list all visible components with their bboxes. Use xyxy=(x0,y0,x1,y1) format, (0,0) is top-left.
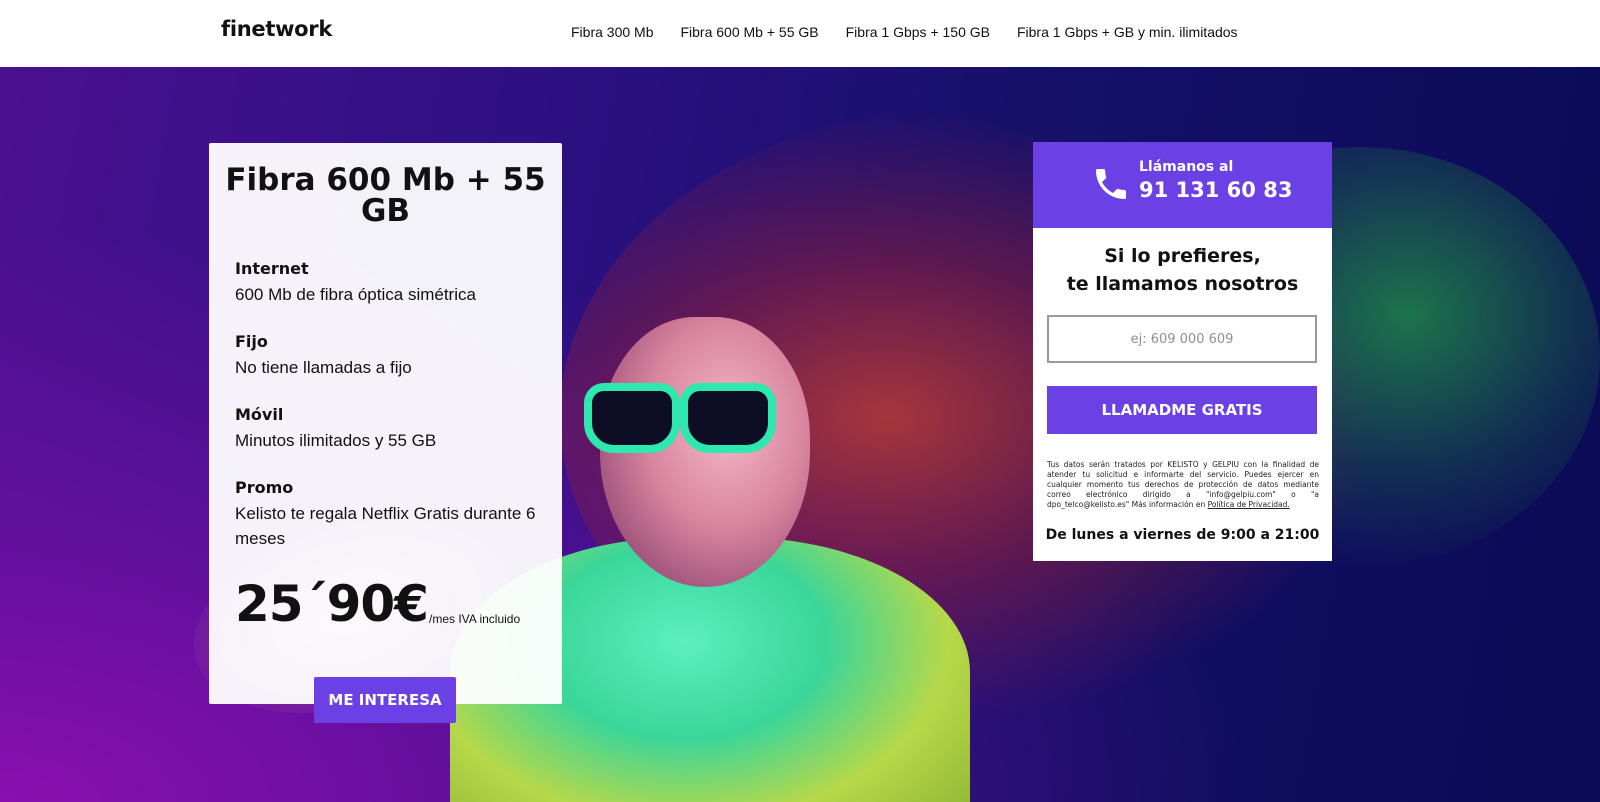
call-us-banner[interactable]: Llámanos al 91 131 60 83 xyxy=(1033,142,1332,228)
feature-description: 600 Mb de fibra óptica simétrica xyxy=(235,285,476,304)
feature-description: Minutos ilimitados y 55 GB xyxy=(235,431,437,450)
call-us-phone-number[interactable]: 91 131 60 83 xyxy=(1139,178,1292,202)
llamadme-gratis-button[interactable]: LLAMADME GRATIS xyxy=(1047,386,1317,434)
nav-link-fibra-1gbps-ilimitados[interactable]: Fibra 1 Gbps + GB y min. ilimitados xyxy=(1017,24,1238,40)
feature-fijo: Fijo No tiene llamadas a fijo xyxy=(235,332,545,380)
nav-link-fibra-300[interactable]: Fibra 300 Mb xyxy=(571,24,653,40)
privacy-policy-link[interactable]: Política de Privacidad. xyxy=(1208,500,1290,509)
feature-title: Promo xyxy=(235,478,294,497)
feature-title: Móvil xyxy=(235,405,284,424)
privacy-legal-text: Tus datos serán tratados por KELISTO y G… xyxy=(1047,460,1319,510)
top-navigation-bar: finetwork Fibra 300 Mb Fibra 600 Mb + 55… xyxy=(0,0,1600,67)
feature-description: No tiene llamadas a fijo xyxy=(235,358,412,377)
offer-card: Fibra 600 Mb + 55 GB Internet 600 Mb de … xyxy=(209,143,562,704)
feature-title: Internet xyxy=(235,259,309,278)
callback-heading: Si lo prefieres, te llamamos nosotros xyxy=(1033,242,1332,298)
offer-price: 25´90€ xyxy=(235,575,429,633)
sunglasses-lens-left xyxy=(584,383,680,453)
price-note: /mes IVA incluido xyxy=(429,612,521,626)
feature-movil: Móvil Minutos ilimitados y 55 GB xyxy=(235,405,545,453)
feature-promo: Promo Kelisto te regala Netflix Gratis d… xyxy=(235,478,545,551)
sunglasses-lens-right xyxy=(680,383,776,453)
phone-number-input[interactable] xyxy=(1047,315,1317,363)
hero-photo-sunglasses xyxy=(584,379,784,453)
callback-heading-line2: te llamamos nosotros xyxy=(1066,273,1299,295)
plan-navigation: Fibra 300 Mb Fibra 600 Mb + 55 GB Fibra … xyxy=(571,24,1238,40)
phone-icon xyxy=(1096,169,1126,199)
me-interesa-button[interactable]: ME INTERESA xyxy=(314,677,456,723)
finetwork-logo[interactable]: finetwork xyxy=(221,17,332,41)
callback-heading-line1: Si lo prefieres, xyxy=(1104,245,1261,267)
nav-link-fibra-1gbps-150[interactable]: Fibra 1 Gbps + 150 GB xyxy=(846,24,990,40)
feature-description: Kelisto te regala Netflix Gratis durante… xyxy=(235,504,536,548)
offer-title: Fibra 600 Mb + 55 GB xyxy=(225,162,546,229)
callback-box: Llámanos al 91 131 60 83 Si lo prefieres… xyxy=(1033,142,1332,561)
feature-internet: Internet 600 Mb de fibra óptica simétric… xyxy=(235,259,545,307)
nav-link-fibra-600[interactable]: Fibra 600 Mb + 55 GB xyxy=(680,24,818,40)
opening-hours: De lunes a viernes de 9:00 a 21:00 xyxy=(1045,527,1320,543)
feature-title: Fijo xyxy=(235,332,268,351)
call-us-label: Llámanos al xyxy=(1139,159,1234,175)
